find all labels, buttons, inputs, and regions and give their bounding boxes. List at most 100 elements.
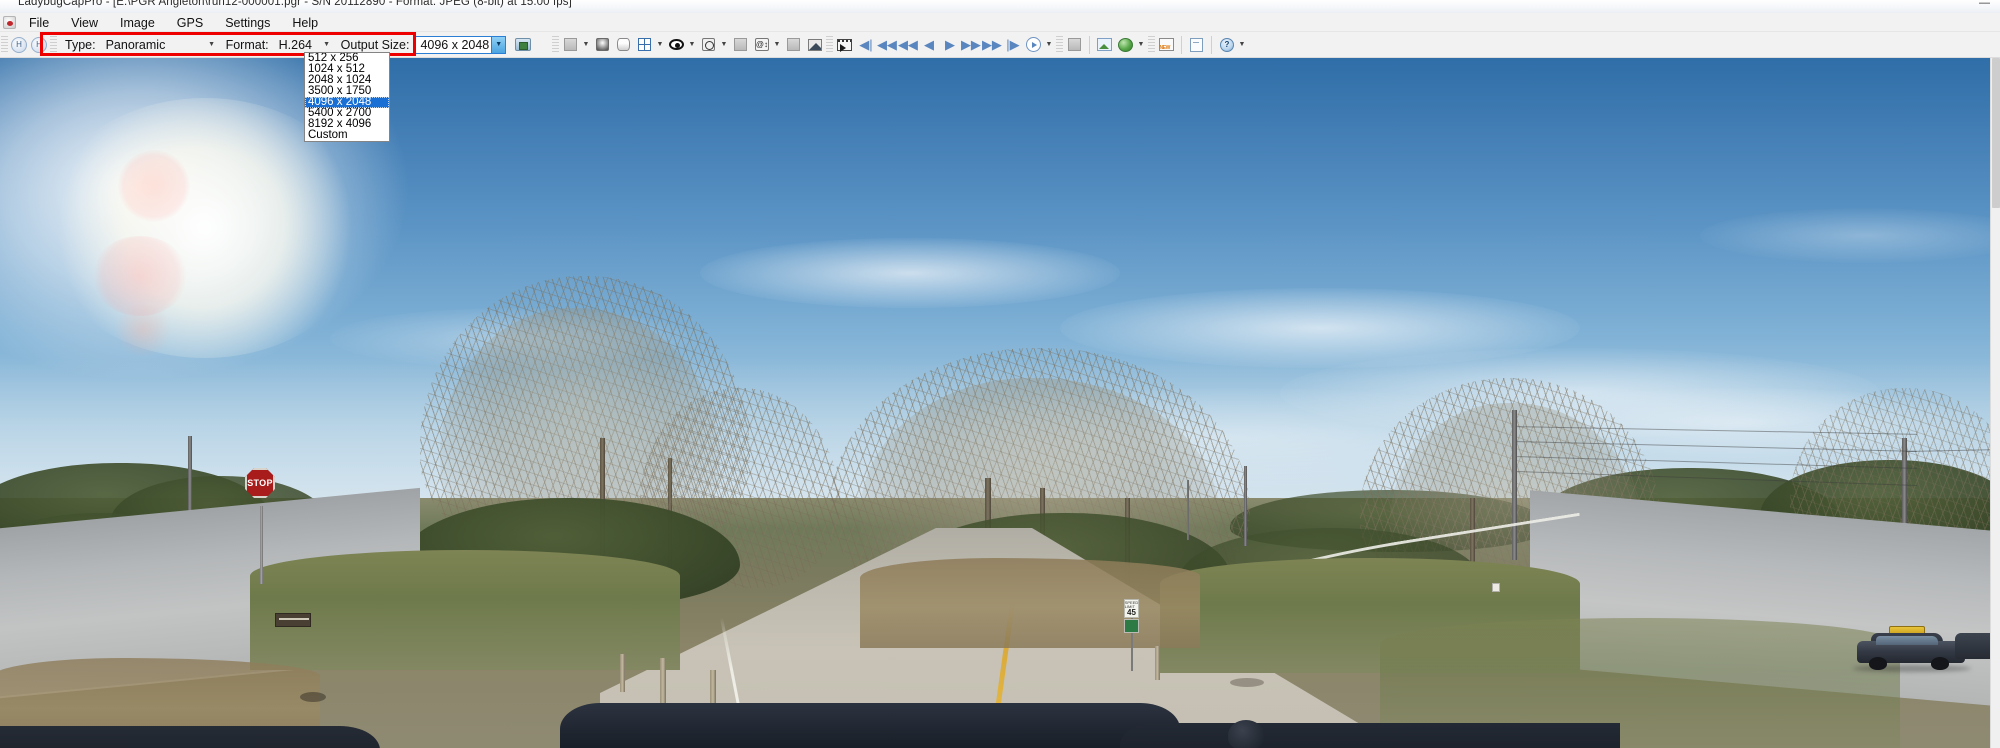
format-select[interactable]: H.264 ▼ — [274, 36, 334, 54]
host-vehicle-mirror — [1228, 720, 1264, 748]
last-frame-button[interactable]: |▶ — [1003, 35, 1022, 54]
small-roadside-sign — [1492, 583, 1500, 592]
rewind-fast-button[interactable]: ◀◀ — [877, 35, 897, 54]
title-bar: LadybugCapPro - [E:\PGR Angleton\run12-0… — [0, 0, 2000, 13]
exposure-icon — [787, 38, 801, 51]
dome-icon — [702, 38, 716, 51]
properties-button[interactable] — [1187, 35, 1206, 54]
stop-sign: STOP — [245, 468, 275, 498]
toolbar-grip-6[interactable] — [1148, 35, 1156, 54]
ground-debris — [1230, 678, 1264, 687]
record-button[interactable] — [1024, 35, 1043, 54]
menu-item-file[interactable]: File — [18, 14, 60, 32]
utility-pole-center-2 — [1187, 480, 1189, 540]
stop-sign-post — [260, 506, 263, 584]
new-stream-button[interactable] — [1157, 35, 1176, 54]
menu-item-settings[interactable]: Settings — [214, 14, 281, 32]
gps-dropdown-arrow[interactable]: ▼ — [1136, 36, 1145, 54]
panel-toggle-button[interactable] — [561, 35, 580, 54]
nav-next-button[interactable]: H — [31, 36, 47, 53]
help-dropdown-arrow[interactable]: ▼ — [1237, 36, 1246, 54]
panel-dropdown-arrow[interactable]: ▼ — [581, 36, 590, 54]
output-size-select[interactable]: 4096 x 2048 ▼ — [414, 35, 507, 54]
nav-prev-button[interactable]: H — [11, 36, 27, 53]
toolbar-grip-4[interactable] — [826, 35, 834, 54]
histogram-button[interactable] — [805, 35, 824, 54]
step-forward-button[interactable]: ▶▶ — [960, 35, 981, 54]
first-frame-button[interactable]: ◀| — [856, 35, 875, 54]
utility-pole-center — [1244, 466, 1247, 546]
toolbar-grip-5[interactable] — [1056, 35, 1064, 54]
capture-button[interactable] — [1065, 35, 1084, 54]
dome-view-button[interactable] — [699, 35, 718, 54]
dropdown-option-custom[interactable]: Custom — [305, 129, 389, 141]
chevron-down-icon[interactable]: ▼ — [490, 36, 506, 53]
speed-limit-value: 45 — [1127, 607, 1136, 617]
menu-item-view[interactable]: View — [60, 14, 109, 32]
window-title: LadybugCapPro - [E:\PGR Angleton\run12-0… — [18, 0, 572, 8]
chevron-down-icon[interactable]: ▼ — [205, 37, 219, 53]
step-forward-icon: ▶▶ — [960, 37, 981, 52]
panoramic-dropdown-arrow[interactable]: ▼ — [687, 36, 696, 54]
play-button[interactable]: ▶ — [940, 35, 959, 54]
stitch-dropdown-arrow[interactable]: ▼ — [772, 36, 781, 54]
scrollbar-thumb[interactable] — [1992, 58, 2000, 208]
window-controls[interactable]: — — [1979, 0, 1994, 9]
dirt-shoulder — [860, 558, 1200, 648]
stitch-button[interactable]: @↕ — [752, 35, 771, 54]
menu-item-list: File View Image GPS Settings Help — [18, 13, 329, 32]
rewind-button[interactable]: ◀◀ — [898, 35, 918, 54]
grid-dropdown-arrow[interactable]: ▼ — [655, 36, 664, 54]
sphere-icon — [596, 38, 610, 51]
toolbar-grip-3[interactable] — [552, 35, 560, 54]
panel-icon — [564, 38, 578, 51]
blend-button[interactable] — [731, 35, 750, 54]
fence-post — [660, 658, 666, 704]
menu-item-gps[interactable]: GPS — [166, 14, 214, 32]
menu-item-help[interactable]: Help — [281, 14, 329, 32]
document-properties-icon — [1190, 37, 1204, 52]
fence-post-right — [1155, 646, 1160, 680]
cylinder-view-button[interactable] — [614, 35, 633, 54]
output-size-dropdown-list[interactable]: 512 x 256 1024 x 512 2048 x 1024 3500 x … — [304, 52, 390, 142]
record-icon — [1026, 37, 1042, 52]
eye-icon — [669, 39, 685, 50]
chevron-down-icon[interactable]: ▼ — [320, 37, 334, 53]
sphere-view-button[interactable] — [593, 35, 612, 54]
grid-view-button[interactable] — [635, 35, 654, 54]
panorama-viewport[interactable]: STOP SPEED LIMIT 45 — [0, 58, 1990, 748]
vertical-scrollbar[interactable] — [1990, 58, 2000, 748]
host-vehicle-hood — [560, 703, 1180, 748]
parked-suv — [1853, 626, 1971, 672]
output-settings-button[interactable] — [513, 35, 532, 54]
exposure-button[interactable] — [784, 35, 803, 54]
histogram-icon — [807, 38, 822, 51]
stitch-icon: @↕ — [754, 38, 769, 51]
menu-item-image[interactable]: Image — [109, 14, 166, 32]
film-icon — [837, 38, 853, 52]
lens-flare-3 — [112, 304, 174, 356]
fence-post — [620, 654, 625, 692]
toolbar-grip[interactable] — [1, 35, 8, 54]
globe-icon — [1118, 37, 1134, 52]
dome-dropdown-arrow[interactable]: ▼ — [719, 36, 728, 54]
type-label: Type: — [65, 37, 96, 52]
toolbar-grip-2[interactable] — [50, 35, 57, 54]
gps-map-button[interactable] — [1116, 35, 1135, 54]
menu-bar: File View Image GPS Settings Help — [0, 13, 2000, 32]
type-select[interactable]: Panoramic ▼ — [101, 36, 219, 54]
panoramic-view-button[interactable] — [667, 35, 686, 54]
image-edit-button[interactable] — [1095, 35, 1114, 54]
panorama-image: STOP SPEED LIMIT 45 — [0, 58, 1990, 748]
stream-button[interactable] — [835, 35, 854, 54]
fast-forward-button[interactable]: ▶▶ — [981, 35, 1002, 54]
help-button[interactable]: ? — [1217, 35, 1236, 54]
suv-front-wheel — [1869, 657, 1887, 670]
grass-median-left — [250, 550, 680, 670]
fast-forward-icon: ▶▶ — [981, 37, 1002, 52]
skip-to-start-icon: ◀| — [859, 37, 873, 52]
record-dropdown-arrow[interactable]: ▼ — [1044, 36, 1053, 54]
step-back-button[interactable]: ◀ — [919, 35, 938, 54]
format-value: H.264 — [278, 37, 312, 52]
minimize-button[interactable]: — — [1979, 0, 1994, 9]
